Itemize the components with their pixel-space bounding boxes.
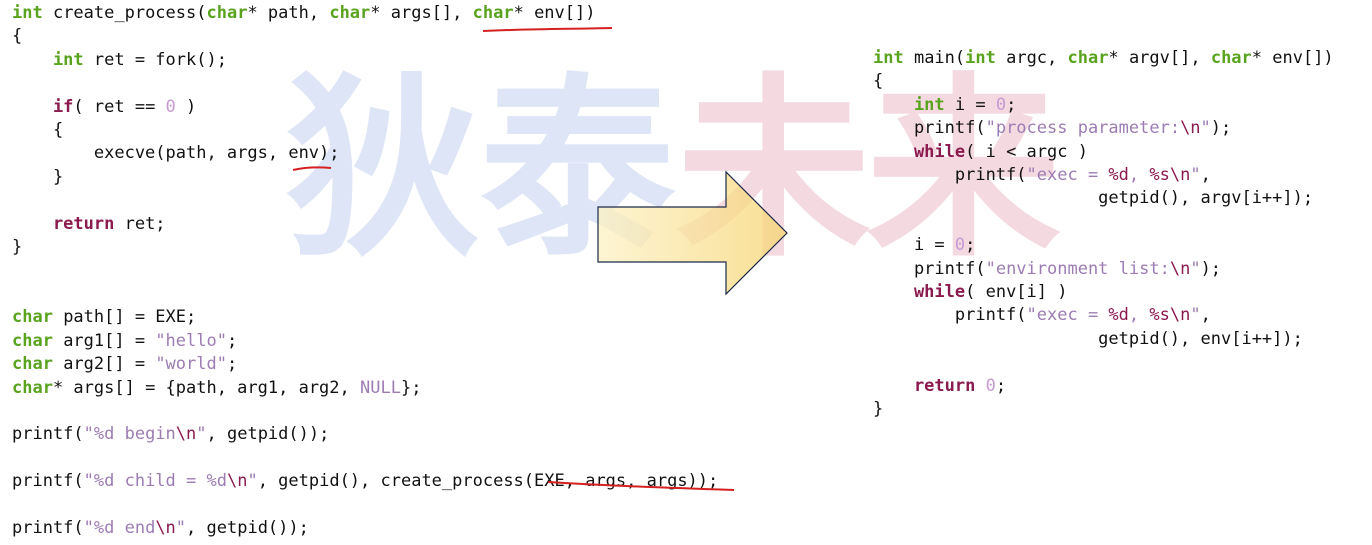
- code-line: while( i < argc ): [873, 141, 1088, 162]
- code-line: execve(path, args, env);: [12, 143, 340, 164]
- code-line: printf("environment list:\n");: [873, 258, 1222, 279]
- code-line: printf("%d child = %d\n", getpid(), crea…: [12, 471, 719, 492]
- code-line: }: [12, 237, 23, 258]
- code-line: {: [12, 120, 64, 141]
- right-code-block: int main(int argc, char* argv[], char* e…: [873, 47, 1334, 422]
- code-line: getpid(), argv[i++]);: [873, 188, 1314, 209]
- code-line: char path[] = EXE;: [12, 307, 197, 328]
- code-line: if( ret == 0 ): [12, 96, 197, 117]
- code-line: getpid(), env[i++]);: [873, 328, 1303, 349]
- left-code-block: int create_process(char* path, char* arg…: [12, 2, 718, 540]
- code-line: i = 0;: [873, 235, 976, 256]
- code-line: int i = 0;: [873, 94, 1017, 115]
- code-line: printf("exec = %d, %s\n",: [873, 165, 1211, 186]
- code-line: return 0;: [873, 375, 1007, 396]
- code-line: printf("%d end\n", getpid());: [12, 517, 309, 538]
- code-line: {: [873, 71, 884, 92]
- code-line: int ret = fork();: [12, 49, 227, 70]
- code-line: char arg2[] = "world";: [12, 354, 238, 375]
- code-line: printf("process parameter:\n");: [873, 118, 1232, 139]
- code-line: char arg1[] = "hello";: [12, 330, 238, 351]
- code-line: printf("%d begin\n", getpid());: [12, 424, 330, 445]
- code-line: }: [873, 399, 884, 420]
- code-line: int main(int argc, char* argv[], char* e…: [873, 48, 1334, 68]
- code-line: {: [12, 26, 23, 47]
- code-line: while( env[i] ): [873, 282, 1068, 303]
- code-line: int create_process(char* path, char* arg…: [12, 3, 596, 23]
- code-line: char* args[] = {path, arg1, arg2, NULL};: [12, 377, 422, 398]
- code-line: }: [12, 166, 64, 187]
- code-line: return ret;: [12, 213, 166, 234]
- code-line: printf("exec = %d, %s\n",: [873, 305, 1211, 326]
